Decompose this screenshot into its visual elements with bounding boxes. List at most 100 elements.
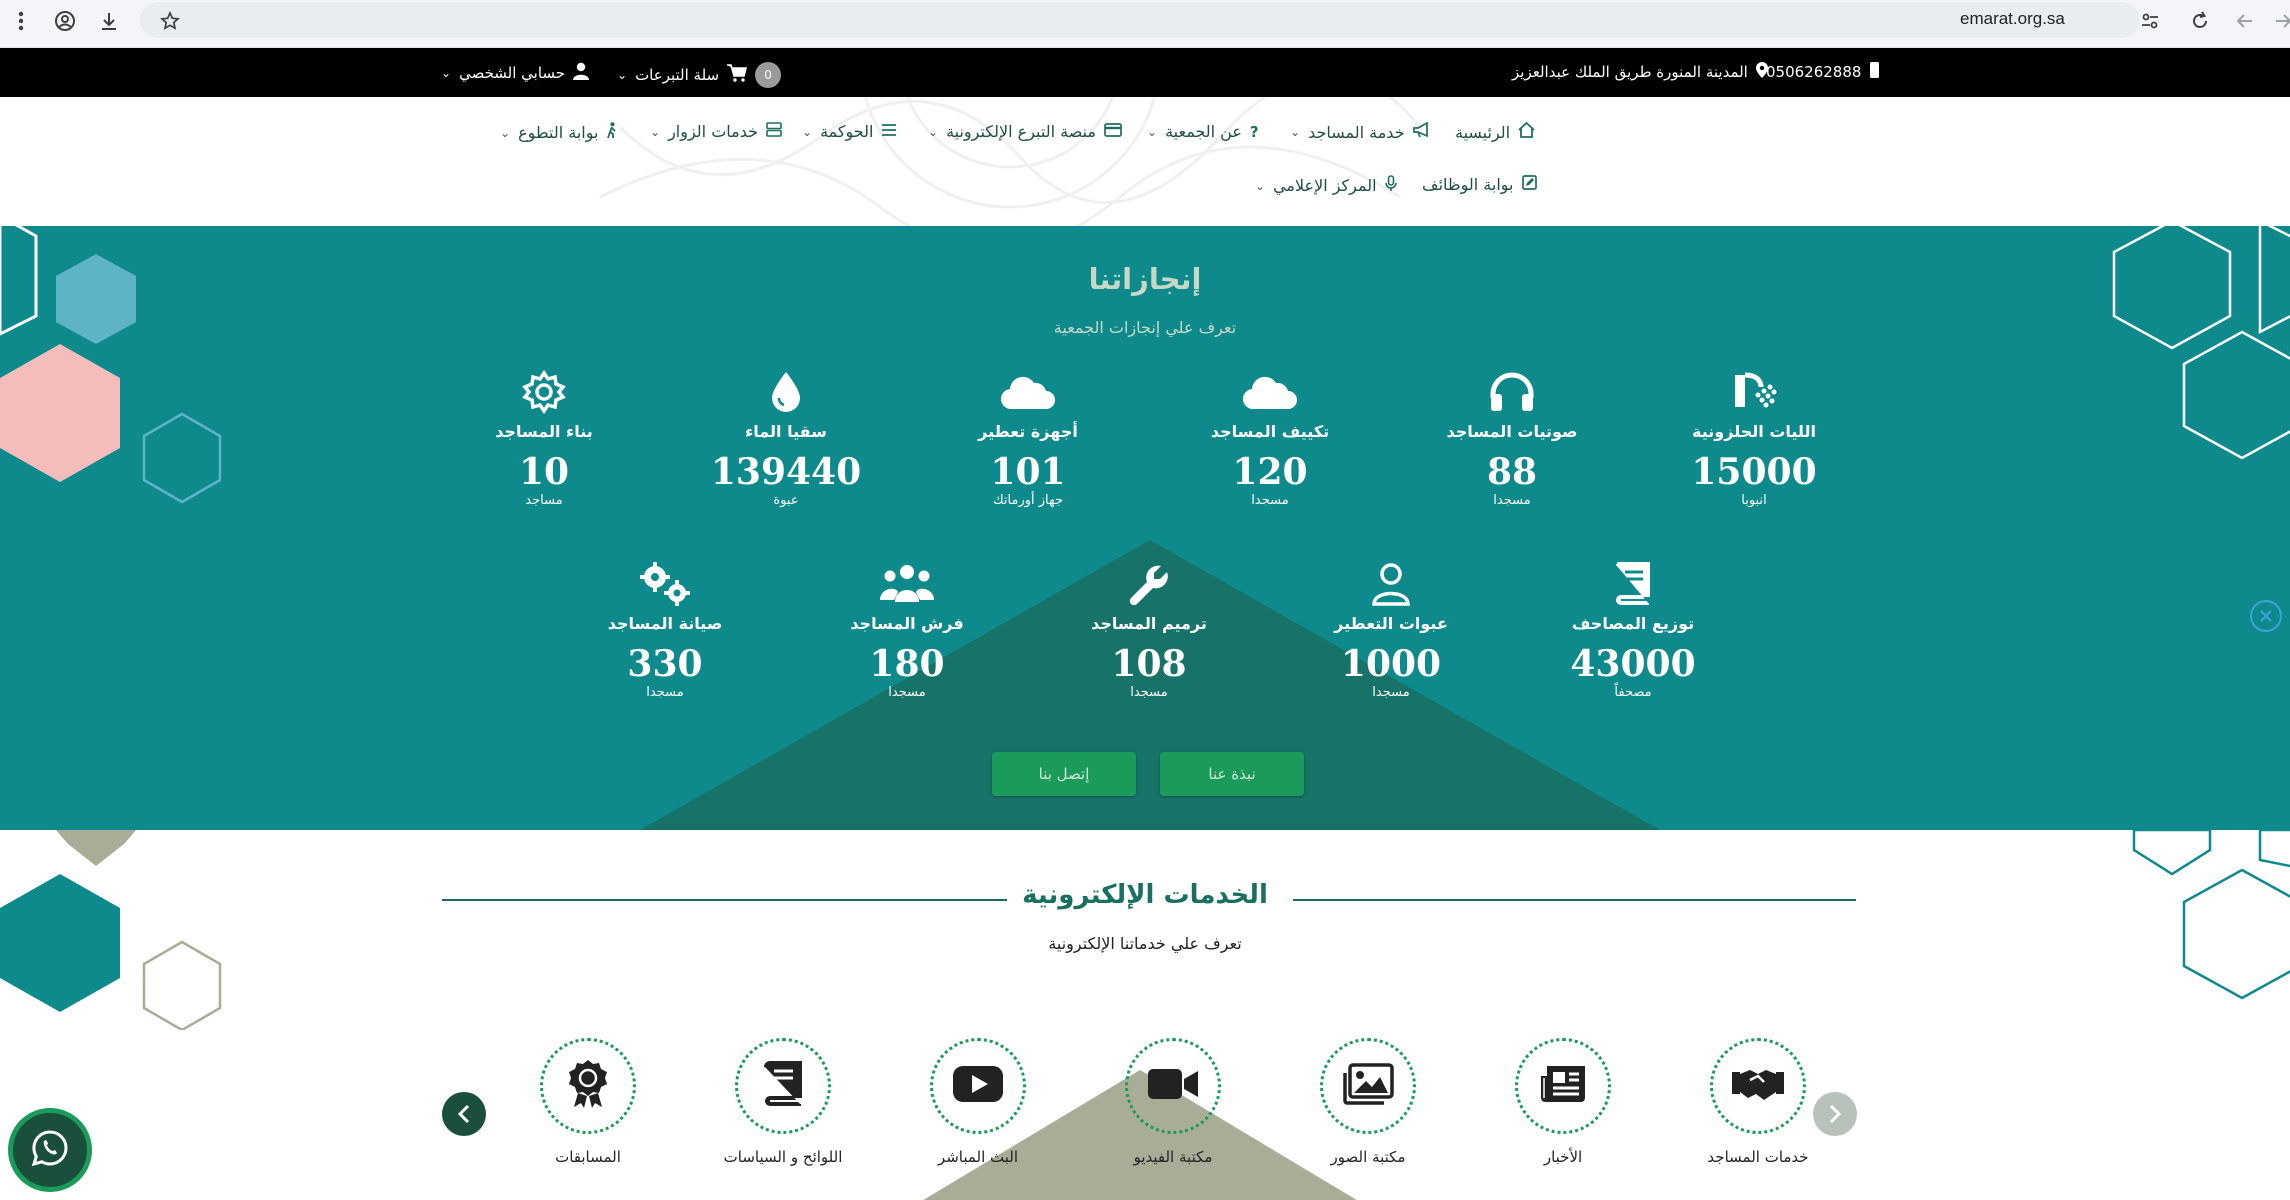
whatsapp-button[interactable] [8, 1108, 92, 1192]
profile-icon[interactable] [50, 6, 80, 36]
stat-label: بناء المساجد [495, 422, 593, 441]
service-photo-library[interactable]: مكتبة الصور [1293, 1038, 1443, 1166]
account-label: حسابي الشخصي [459, 64, 566, 82]
location-pin-icon [1755, 62, 1768, 82]
stat-mosque-restoration: ترميم المساجد 108 مسجدا [1049, 560, 1249, 700]
award-icon [568, 1059, 608, 1113]
card-icon [1104, 122, 1122, 141]
stat-mosque-ac: تكييف المساجد 120 مسجدا [1170, 368, 1370, 508]
service-regulations-policies[interactable]: اللوائح و السياسات [708, 1038, 858, 1166]
video-icon [1146, 1067, 1200, 1105]
stat-label: الليات الحلزونية [1692, 422, 1816, 441]
nav-mosque-service-label: خدمة المساجد [1308, 122, 1405, 142]
site-settings-icon[interactable] [2135, 6, 2165, 36]
decorative-pattern [599, 97, 1422, 226]
service-video-library[interactable]: مكتبة الفيديو [1098, 1038, 1248, 1166]
service-label: خدمات المساجد [1707, 1148, 1809, 1166]
youtube-icon [952, 1065, 1004, 1107]
nav-governance[interactable]: الحوكمة ⌄ [802, 122, 897, 141]
back-arrow-icon[interactable] [2230, 6, 2260, 36]
my-account[interactable]: ⌄ حسابي الشخصي [441, 62, 590, 84]
stat-value: 10 [518, 451, 570, 493]
edit-icon [1521, 175, 1537, 194]
stat-value: 88 [1486, 451, 1538, 493]
chevron-down-icon: ⌄ [802, 124, 813, 139]
nav-visitor-services[interactable]: خدمات الزوار ⌄ [650, 122, 782, 141]
right-hexagon-decoration [2132, 830, 2290, 1000]
service-label: مكتبة الصور [1330, 1148, 1406, 1166]
nav-governance-label: الحوكمة [820, 122, 874, 141]
url-text[interactable]: emarat.org.sa [1960, 9, 2065, 29]
nav-about[interactable]: ? عن الجمعية ⌄ [1147, 122, 1259, 141]
stat-unit: انبوبا [1741, 493, 1767, 508]
browser-toolbar: emarat.org.sa [0, 0, 2290, 48]
address-bar[interactable] [140, 2, 2140, 38]
stat-label: أجهزة تعطير [978, 422, 1078, 441]
contact-us-button[interactable]: إتصل بنا [992, 752, 1136, 796]
stat-unit: مسجدا [888, 685, 926, 700]
megaphone-icon [1412, 121, 1430, 142]
stat-value: 15000 [1691, 451, 1817, 493]
chevron-down-icon: ⌄ [441, 66, 452, 80]
service-label: الأخبار [1543, 1148, 1583, 1166]
server-icon [766, 122, 782, 141]
users-icon [807, 560, 1007, 608]
headphones-icon [1412, 368, 1612, 416]
user-icon [573, 62, 590, 84]
list-icon [881, 123, 897, 141]
nav-jobs-portal[interactable]: بوابة الوظائف [1422, 175, 1537, 194]
nav-donation-platform[interactable]: منصة التبرع الإلكترونية ⌄ [928, 122, 1122, 141]
bookmark-star-icon[interactable] [155, 6, 185, 36]
service-label: مكتبة الفيديو [1133, 1148, 1213, 1166]
nav-donation-platform-label: منصة التبرع الإلكترونية [946, 122, 1096, 141]
download-icon[interactable] [94, 6, 124, 36]
nav-media-center-label: المركز الإعلامي [1273, 176, 1377, 195]
achievements-section: إنجازاتنا تعرف علي إنجازات الجمعية الليا… [0, 226, 2290, 830]
chevron-down-icon: ⌄ [650, 124, 661, 139]
stat-label: صيانة المساجد [607, 614, 723, 633]
forward-arrow-icon[interactable] [2268, 6, 2290, 36]
nav-home[interactable]: الرئيسية [1455, 121, 1535, 142]
carousel-prev-button[interactable] [442, 1092, 486, 1136]
stat-unit: مسجدا [1130, 685, 1168, 700]
whatsapp-icon [30, 1128, 70, 1172]
stat-label: ترميم المساجد [1091, 614, 1207, 633]
donation-cart[interactable]: ⌄ سلة التبرعات 0 [617, 62, 782, 88]
stat-perfume-devices: أجهزة تعطير 101 جهاز أورماتك [928, 368, 1128, 508]
close-icon[interactable] [2250, 600, 2282, 632]
images-icon [1342, 1063, 1394, 1109]
address-info: المدينة المنورة طريق الملك عبدالعزيز [1512, 62, 1768, 82]
home-icon [1518, 121, 1535, 142]
nav-mosque-service[interactable]: خدمة المساجد ⌄ [1290, 121, 1430, 142]
stat-unit: مسجدا [1251, 493, 1289, 508]
stat-value: 101 [990, 451, 1066, 493]
stat-unit: مصحفاً [1614, 685, 1652, 700]
stat-unit: مساجد [525, 493, 563, 508]
stat-label: عبوات التعطير [1334, 614, 1448, 633]
service-live-stream[interactable]: البث المباشر [903, 1038, 1053, 1166]
service-label: اللوائح و السياسات [723, 1148, 843, 1166]
gear-icon [444, 368, 644, 416]
stat-label: صوتيات المساجد [1446, 422, 1578, 441]
nav-volunteer-portal[interactable]: بوابة التطوع ⌄ [500, 122, 618, 143]
service-news[interactable]: الأخبار [1488, 1038, 1638, 1166]
phone-contact[interactable]: 0506262888 [1766, 62, 1880, 82]
stat-quran-distribution: توزيع المصاحف 43000 مصحفاً [1533, 560, 1733, 700]
stat-value: 330 [627, 643, 703, 685]
stat-unit: مسجدا [1493, 493, 1531, 508]
about-us-button[interactable]: نبذة عنا [1160, 752, 1304, 796]
water-drop-icon [686, 368, 886, 416]
reload-icon[interactable] [2185, 6, 2215, 36]
book-icon [763, 1061, 803, 1111]
cloud-icon [928, 368, 1128, 416]
stat-mosque-building: بناء المساجد 10 مساجد [444, 368, 644, 508]
gears-icon [565, 560, 765, 608]
stat-value: 43000 [1570, 643, 1696, 685]
service-competitions[interactable]: المسابقات [513, 1038, 663, 1166]
menu-dots-icon[interactable] [6, 6, 36, 36]
stat-mosque-carpets: فرش المساجد 180 مسجدا [807, 560, 1007, 700]
nav-media-center[interactable]: المركز الإعلامي ⌄ [1255, 175, 1397, 196]
stat-unit: عبوة [773, 493, 799, 508]
stat-label: توزيع المصاحف [1571, 614, 1695, 633]
service-mosque-services[interactable]: خدمات المساجد [1683, 1038, 1833, 1166]
